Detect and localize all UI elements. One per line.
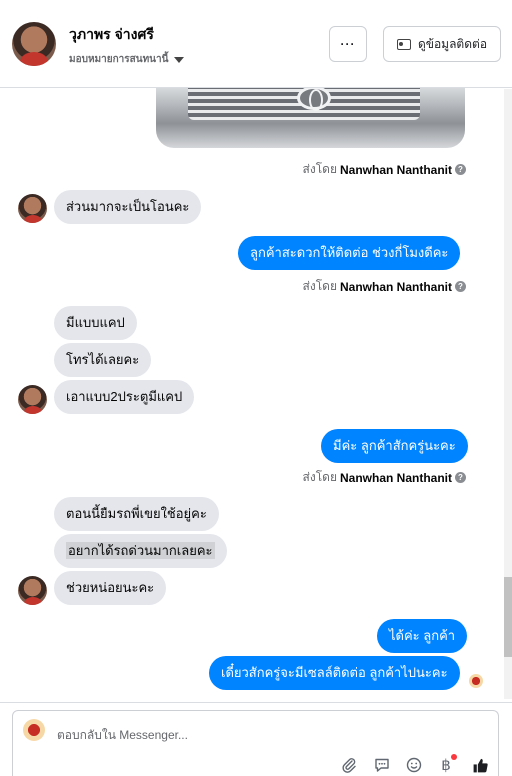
message-bubble-incoming[interactable]: มีแบบแคป xyxy=(54,306,137,340)
scrollbar-thumb[interactable] xyxy=(504,577,512,657)
car-photo-attachment[interactable] xyxy=(156,88,465,148)
sent-by-prefix: ส่งโดย xyxy=(302,470,337,484)
thread-scrollbar[interactable] xyxy=(504,89,512,699)
help-icon[interactable]: ? xyxy=(455,281,466,292)
sent-by-label: ส่งโดย Nanwhan Nanthanit ? xyxy=(303,277,466,296)
assign-conversation-dropdown[interactable]: มอบหมายการสนทนานี้ xyxy=(69,52,185,67)
sent-by-prefix: ส่งโดย xyxy=(302,162,337,176)
sender-name: Nanwhan Nanthanit xyxy=(339,162,452,177)
message-bubble-incoming[interactable]: ช่วยหน่อยนะคะ xyxy=(54,571,167,605)
assign-label: มอบหมายการสนทนานี้ xyxy=(69,54,169,65)
seen-avatar xyxy=(469,674,483,688)
contact-avatar-small[interactable] xyxy=(18,385,47,414)
contact-name[interactable]: วุภาพร จ่างศรี xyxy=(69,24,154,46)
view-contact-label: ดูข้อมูลติดต่อ xyxy=(417,36,488,51)
reply-input[interactable] xyxy=(57,725,477,745)
sender-name: Nanwhan Nanthanit xyxy=(339,279,452,294)
help-icon[interactable]: ? xyxy=(455,164,466,175)
message-bubble-incoming[interactable]: โทรได้เลยคะ xyxy=(54,343,152,377)
contact-card-icon xyxy=(396,38,411,50)
message-bubble-outgoing[interactable]: ลูกค้าสะดวกให้ติดต่อ ช่วงกี่โมงดีคะ xyxy=(238,236,461,270)
sent-by-label: ส่งโดย Nanwhan Nanthanit ? xyxy=(303,468,466,487)
message-bubble-outgoing[interactable]: เดี๋ยวสักครู่จะมีเซลล์ติดต่อ ลูกค้าไปนะค… xyxy=(209,656,460,690)
view-contact-button[interactable]: ดูข้อมูลติดต่อ xyxy=(383,26,501,62)
thumbs-up-icon[interactable] xyxy=(470,755,490,775)
chat-bubble-icon[interactable] xyxy=(372,755,392,775)
message-thread: ส่งโดย Nanwhan Nanthanit ? ส่วนมากจะเป็น… xyxy=(0,88,512,702)
contact-avatar[interactable] xyxy=(12,22,56,66)
notification-dot xyxy=(451,754,457,760)
message-bubble-incoming[interactable]: ตอนนี้ยืมรถพี่เขยใช้อยู่คะ xyxy=(54,497,219,531)
help-icon[interactable]: ? xyxy=(455,472,466,483)
more-options-button[interactable]: ··· xyxy=(329,26,367,62)
contact-avatar-small[interactable] xyxy=(18,194,47,223)
message-bubble-incoming[interactable]: อยากได้รถด่วนมากเลยคะ xyxy=(54,534,227,568)
message-bubble-outgoing[interactable]: ได้ค่ะ ลูกค้า xyxy=(377,619,468,653)
page-avatar xyxy=(23,719,45,741)
contact-avatar-small[interactable] xyxy=(18,576,47,605)
more-label: ··· xyxy=(340,37,356,51)
highlighted-text: อยากได้รถด่วนมากเลยคะ xyxy=(66,542,215,559)
divider xyxy=(0,702,512,703)
message-bubble-incoming[interactable]: เอาแบบ2ประตูมีแคป xyxy=(54,380,195,414)
reply-composer: ฿ xyxy=(12,710,499,776)
conversation-header: วุภาพร จ่างศรี มอบหมายการสนทนานี้ ··· ดู… xyxy=(0,0,512,88)
sender-name: Nanwhan Nanthanit xyxy=(339,470,452,485)
caret-down-icon xyxy=(174,56,185,63)
paperclip-icon[interactable] xyxy=(339,755,359,775)
message-bubble-outgoing[interactable]: มีค่ะ ลูกค้าสักครู่นะคะ xyxy=(321,429,468,463)
baht-icon[interactable]: ฿ xyxy=(436,754,457,775)
smiley-icon[interactable] xyxy=(404,755,424,775)
sent-by-label: ส่งโดย Nanwhan Nanthanit ? xyxy=(303,160,466,179)
baht-glyph: ฿ xyxy=(441,757,451,774)
sent-by-prefix: ส่งโดย xyxy=(302,279,337,293)
message-bubble-incoming[interactable]: ส่วนมากจะเป็นโอนคะ xyxy=(54,190,202,224)
